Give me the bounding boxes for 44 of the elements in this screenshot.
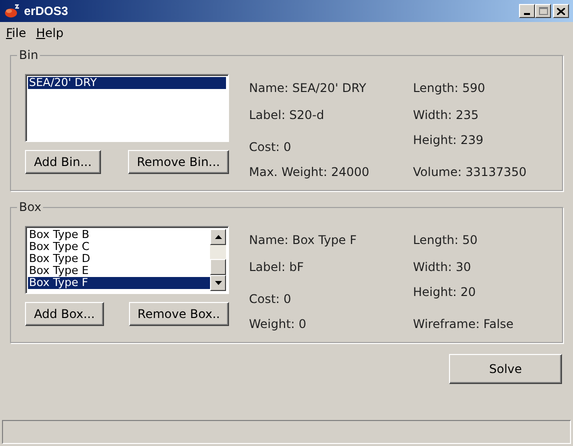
detail-text: Name: SEA/20' DRY bbox=[249, 80, 368, 96]
detail-text: Max. Weight: 24000 bbox=[249, 164, 370, 180]
group-title: Box bbox=[17, 200, 44, 214]
list-box[interactable]: SEA/20' DRY bbox=[25, 74, 229, 142]
group-title: Bin bbox=[17, 48, 40, 62]
detail-text: Volume: 33137350 bbox=[413, 164, 528, 180]
detail-text: Height: 239 bbox=[413, 132, 484, 148]
app-icon bbox=[4, 4, 20, 18]
window-title: erDOS3 bbox=[24, 3, 68, 20]
detail-text: Width: 30 bbox=[413, 259, 472, 275]
solve-button[interactable]: Solve bbox=[449, 354, 562, 384]
maximize-icon bbox=[538, 7, 548, 15]
dialog-button[interactable]: Add Bin... bbox=[25, 150, 101, 174]
detail-text: Cost: 0 bbox=[249, 291, 292, 307]
close-icon bbox=[557, 8, 565, 14]
close-button[interactable] bbox=[553, 4, 569, 18]
dialog-button[interactable]: Remove Bin... bbox=[128, 150, 229, 174]
scrollbar[interactable] bbox=[210, 229, 226, 291]
menu-item[interactable]: File bbox=[6, 24, 26, 42]
detail-text: Label: S20-d bbox=[249, 107, 326, 123]
list-item[interactable]: SEA/20' DRY bbox=[28, 77, 226, 89]
maximize-button[interactable] bbox=[535, 4, 551, 18]
list-item[interactable]: Box Type B bbox=[28, 229, 210, 241]
detail-text: Width: 235 bbox=[413, 107, 480, 123]
minimize-button[interactable] bbox=[519, 4, 535, 18]
dialog-button[interactable]: Add Box... bbox=[25, 302, 104, 326]
dialog-button[interactable]: Remove Box.. bbox=[128, 302, 229, 326]
detail-text: Height: 20 bbox=[413, 284, 477, 300]
detail-text: Name: Box Type F bbox=[249, 232, 358, 248]
list-box[interactable]: Box Type B Box Type C Box Type D Box Type E Box Type F bbox=[25, 226, 229, 294]
list-item[interactable]: Box Type C bbox=[28, 241, 210, 253]
scroll-thumb[interactable] bbox=[210, 259, 226, 275]
list-item[interactable]: Box Type D bbox=[28, 253, 210, 265]
up-arrow-icon bbox=[214, 235, 222, 239]
detail-text: Length: 590 bbox=[413, 80, 486, 96]
detail-text: Wireframe: False bbox=[413, 316, 515, 332]
down-arrow-icon bbox=[214, 281, 222, 285]
list-item[interactable]: Box Type E bbox=[28, 265, 210, 277]
detail-text: Length: 50 bbox=[413, 232, 479, 248]
detail-text: Cost: 0 bbox=[249, 139, 292, 155]
list-item[interactable]: Box Type F bbox=[28, 277, 210, 289]
menu-item[interactable]: Help bbox=[36, 24, 64, 42]
detail-text: Weight: 0 bbox=[249, 316, 308, 332]
detail-text: Label: bF bbox=[249, 259, 305, 275]
